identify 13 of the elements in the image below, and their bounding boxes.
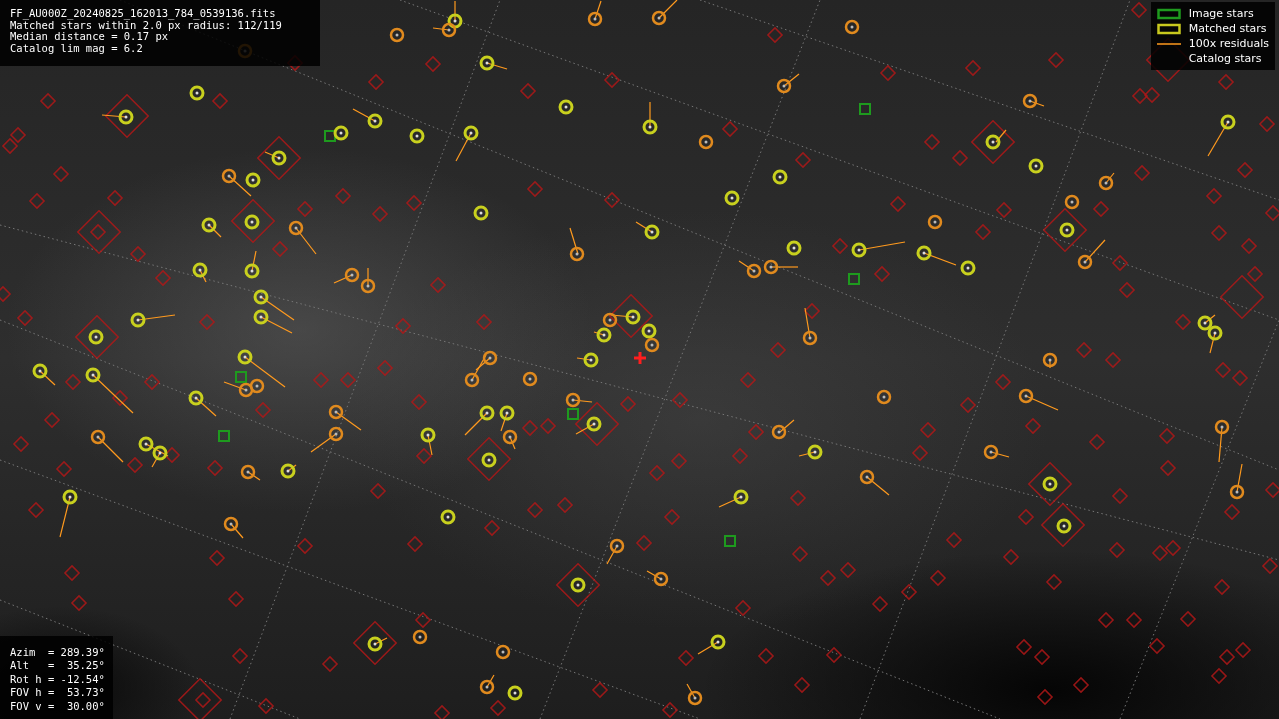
legend-label: Matched stars [1188,22,1267,36]
info-text: Median distance = 0.17 px [10,31,169,43]
legend-label: 100x residuals [1188,37,1269,51]
legend-label: Image stars [1188,7,1254,21]
pointing-text: FOV v = 30.00° [10,699,105,713]
pointing-text: Rot h = -12.54° [10,672,105,686]
info-text: Matched stars within 2.0 px radius: 112/119 [10,19,283,31]
info-text: FF_AU000Z_20240825_162013_784_0539136.fits [10,8,277,20]
info-text: Catalog lim mag = 6.2 [10,42,144,54]
pointing-text: Alt = 35.25° [10,659,105,673]
pointing-text: FOV h = 53.73° [10,686,105,700]
legend-label: Catalog stars [1188,52,1262,66]
pointing-text: Azim = 289.39° [10,645,105,659]
